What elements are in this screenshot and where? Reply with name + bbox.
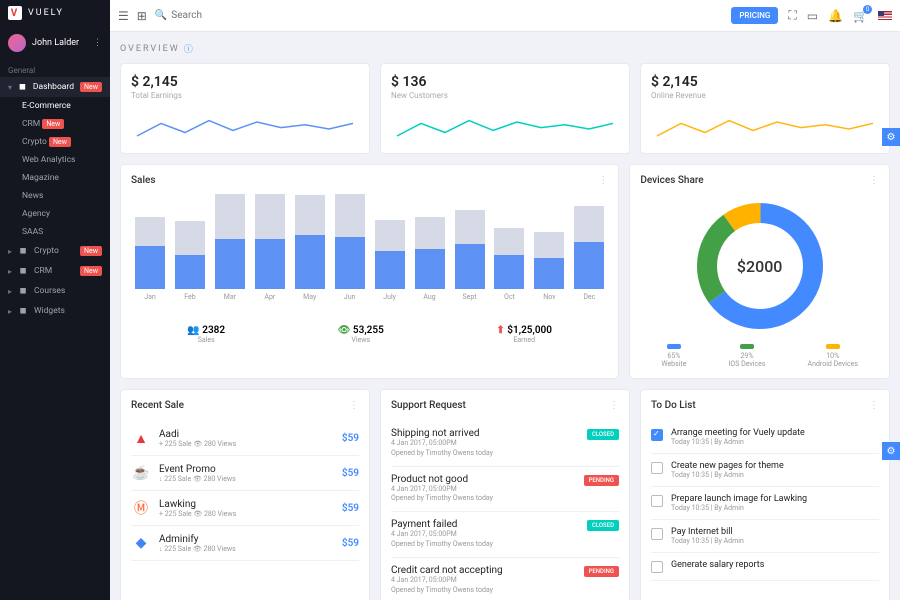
logo-icon: V xyxy=(8,6,22,20)
sale-row[interactable]: ◆Adminify↓ 225 Sale 👁 280 Views$59 xyxy=(131,526,359,561)
sale-row[interactable]: ▲Aadi+ 225 Sale 👁 280 Views$59 xyxy=(131,421,359,456)
devices-card: Devices Share ⋮ $2000 65%Website29%IOS D… xyxy=(629,164,890,379)
section-label: General xyxy=(0,60,110,77)
todo-row[interactable]: Create new pages for themeToday 10:35 | … xyxy=(651,454,879,487)
sales-card: Sales ⋮ JanFebMarAprMayJunJulyAugSeptOct… xyxy=(120,164,619,379)
dashboard-icon: ◼ xyxy=(18,82,27,92)
nav-dashboard[interactable]: ▾ ◼ Dashboard New xyxy=(0,77,110,97)
todo-row[interactable]: Prepare launch image for LawkingToday 10… xyxy=(651,487,879,520)
stat-card-1: $ 136New Customers xyxy=(380,63,630,154)
sparkline xyxy=(391,108,619,140)
chevron-down-icon: ▾ xyxy=(8,83,12,92)
todo-title: To Do List xyxy=(651,400,696,411)
checkbox[interactable] xyxy=(651,561,663,573)
card-menu-icon[interactable]: ⋮ xyxy=(609,400,619,411)
sparkline xyxy=(131,108,359,140)
todo-row[interactable]: Pay Internet billToday 10:35 | By Admin xyxy=(651,520,879,553)
fullscreen-icon[interactable]: ⛶ xyxy=(788,8,796,23)
new-badge: New xyxy=(80,82,102,92)
devices-title: Devices Share xyxy=(640,175,703,186)
card-menu-icon[interactable]: ⋮ xyxy=(349,400,359,411)
apps-icon[interactable]: ⊞ xyxy=(137,9,147,23)
support-row[interactable]: Credit card not accepting4 Jan 2017, 05:… xyxy=(391,558,619,600)
cart-icon[interactable]: 🛒0 xyxy=(853,9,868,23)
brand-name: VUELY xyxy=(28,8,64,18)
todo-row[interactable]: Arrange meeting for Vuely updateToday 10… xyxy=(651,421,879,454)
sidebar-sub-item[interactable]: SAAS xyxy=(0,223,110,241)
card-menu-icon[interactable]: ⋮ xyxy=(869,175,879,186)
menu-icon[interactable]: ☰ xyxy=(118,9,129,23)
chat-icon[interactable]: ▭ xyxy=(807,9,818,23)
card-menu-icon[interactable]: ⋮ xyxy=(598,175,608,186)
overview-heading: OVERVIEWⓘ xyxy=(120,42,890,55)
sidebar-sub-item[interactable]: E-Commerce xyxy=(0,97,110,115)
stat-card-0: $ 2,145Total Earnings xyxy=(120,63,370,154)
sale-row[interactable]: ⓂLawking+ 225 Sale 👁 280 Views$59 xyxy=(131,491,359,526)
search-box[interactable]: 🔍 xyxy=(155,10,231,21)
checkbox[interactable] xyxy=(651,528,663,540)
checkbox[interactable] xyxy=(651,462,663,474)
sales-chart: JanFebMarAprMayJunJulyAugSeptOctNovDec xyxy=(131,196,608,301)
flag-icon[interactable] xyxy=(878,11,892,21)
pricing-button[interactable]: PRICING xyxy=(731,7,778,24)
bell-icon[interactable]: 🔔 xyxy=(828,9,843,23)
support-row[interactable]: Shipping not arrived4 Jan 2017, 05:00PMO… xyxy=(391,421,619,467)
support-card: Support Request ⋮ Shipping not arrived4 … xyxy=(380,389,630,600)
sidebar-sub-item[interactable]: Magazine xyxy=(0,169,110,187)
recent-title: Recent Sale xyxy=(131,400,184,411)
nav-group[interactable]: ▸◼CRMNew xyxy=(0,261,110,281)
user-name: John Lalder xyxy=(32,38,79,48)
recent-sale-card: Recent Sale ⋮ ▲Aadi+ 225 Sale 👁 280 View… xyxy=(120,389,370,600)
gear-fab[interactable]: ⚙ xyxy=(882,442,900,460)
nav-label: Dashboard xyxy=(33,82,74,92)
checkbox[interactable] xyxy=(651,429,663,441)
sidebar-sub-item[interactable]: Agency xyxy=(0,205,110,223)
user-row[interactable]: John Lalder ⋮ xyxy=(0,26,110,60)
card-menu-icon[interactable]: ⋮ xyxy=(869,400,879,411)
sidebar-sub-item[interactable]: News xyxy=(0,187,110,205)
sparkline xyxy=(651,108,879,140)
search-input[interactable] xyxy=(171,10,231,21)
sales-title: Sales xyxy=(131,175,156,186)
todo-row[interactable]: Generate salary reports xyxy=(651,553,879,581)
search-icon: 🔍 xyxy=(155,10,167,21)
stat-card-2: $ 2,145Online Revenue xyxy=(640,63,890,154)
support-row[interactable]: Payment failed4 Jan 2017, 05:00PMOpened … xyxy=(391,512,619,558)
nav-group[interactable]: ▸◼CryptoNew xyxy=(0,241,110,261)
sidebar-sub-item[interactable]: CRM New xyxy=(0,115,110,133)
logo[interactable]: V VUELY xyxy=(0,0,110,26)
todo-card: To Do List ⋮ Arrange meeting for Vuely u… xyxy=(640,389,890,600)
support-title: Support Request xyxy=(391,400,466,411)
nav-group[interactable]: ▸◼Courses xyxy=(0,281,110,301)
nav-group[interactable]: ▸◼Widgets xyxy=(0,301,110,321)
sidebar-sub-item[interactable]: Web Analytics xyxy=(0,151,110,169)
topbar: ☰ ⊞ 🔍 PRICING ⛶ ▭ 🔔 🛒0 xyxy=(110,0,900,32)
avatar xyxy=(8,34,26,52)
support-row[interactable]: Product not good4 Jan 2017, 05:00PMOpene… xyxy=(391,467,619,513)
user-menu-icon[interactable]: ⋮ xyxy=(93,38,102,48)
sidebar-sub-item[interactable]: Crypto New xyxy=(0,133,110,151)
donut-center: $2000 xyxy=(690,196,830,336)
gear-fab[interactable]: ⚙ xyxy=(882,128,900,146)
checkbox[interactable] xyxy=(651,495,663,507)
cart-badge: 0 xyxy=(863,5,872,14)
info-icon: ⓘ xyxy=(184,42,195,55)
donut-chart: $2000 xyxy=(690,196,830,336)
sale-row[interactable]: ☕Event Promo↓ 225 Sale 👁 280 Views$59 xyxy=(131,456,359,491)
sidebar: V VUELY John Lalder ⋮ General ▾ ◼ Dashbo… xyxy=(0,0,110,600)
